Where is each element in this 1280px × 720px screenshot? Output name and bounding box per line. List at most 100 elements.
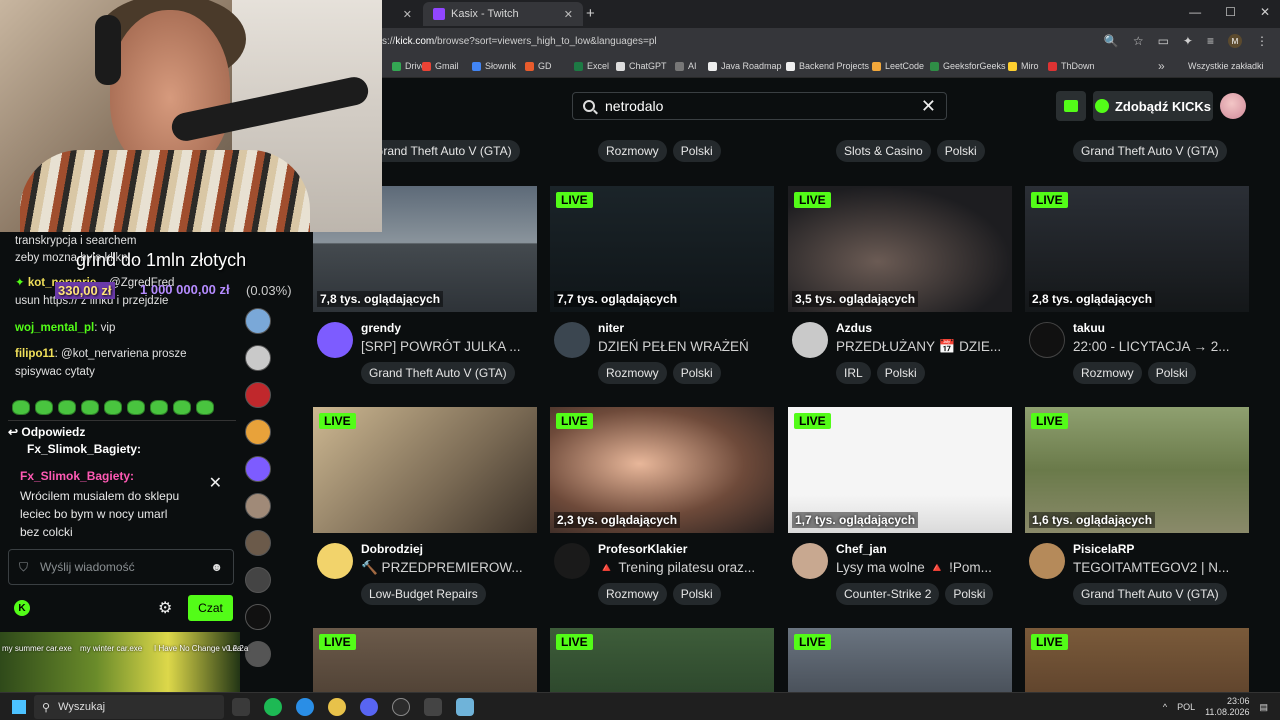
- stream-card[interactable]: LIVE: [313, 628, 537, 692]
- clear-search-icon[interactable]: ✕: [921, 96, 936, 117]
- stream-thumbnail[interactable]: LIVE 1,6 tys. oglądających: [1025, 407, 1249, 533]
- gear-icon[interactable]: ⚙: [158, 598, 172, 618]
- stream-thumbnail[interactable]: LIVE: [313, 407, 537, 533]
- stream-thumbnail[interactable]: LIVE: [1025, 628, 1249, 692]
- desktop-icon[interactable]: Lea: [228, 644, 241, 653]
- discord-icon[interactable]: [360, 698, 378, 716]
- bookmark-item[interactable]: Backend Projects: [786, 61, 869, 71]
- language-indicator[interactable]: POL: [1177, 702, 1195, 712]
- stream-card[interactable]: LIVE Dobrodziej 🔨 PRZEDPREMIEROW... Low-…: [313, 407, 537, 605]
- channel-avatar[interactable]: [792, 322, 828, 358]
- close-window-icon[interactable]: ✕: [1260, 5, 1270, 19]
- tab-close-icon[interactable]: ✕: [403, 8, 412, 21]
- spotify-icon[interactable]: [264, 698, 282, 716]
- chat-username[interactable]: filipo11: [15, 348, 55, 360]
- send-chat-button[interactable]: Czat: [188, 595, 233, 621]
- tag[interactable]: Polski: [1147, 362, 1196, 384]
- close-reply-icon[interactable]: ✕: [209, 473, 222, 493]
- maximize-icon[interactable]: ☐: [1225, 5, 1236, 19]
- tag[interactable]: Polski: [936, 140, 985, 162]
- tag[interactable]: Rozmowy: [1073, 362, 1142, 384]
- tag[interactable]: Rozmowy: [598, 583, 667, 605]
- sidebar-channel-avatar[interactable]: [245, 641, 271, 667]
- emote-icon[interactable]: [127, 400, 145, 415]
- tag[interactable]: Polski: [945, 583, 994, 605]
- zoom-icon[interactable]: 🔍: [1104, 34, 1119, 48]
- sidebar-channel-avatar[interactable]: [245, 456, 271, 482]
- bookmark-item[interactable]: Excel: [574, 61, 609, 71]
- emote-icon[interactable]: [150, 400, 168, 415]
- emote-icon[interactable]: [104, 400, 122, 415]
- all-bookmarks[interactable]: Wszystkie zakładki: [1188, 61, 1264, 71]
- menu-icon[interactable]: ⋮: [1256, 34, 1268, 48]
- emote-icon[interactable]: [196, 400, 214, 415]
- tag[interactable]: Rozmowy: [598, 140, 667, 162]
- media-icon[interactable]: ≡: [1207, 34, 1214, 48]
- channel-name[interactable]: PisicelaRP: [1073, 542, 1134, 556]
- tag[interactable]: Grand Theft Auto V (GTA): [1073, 583, 1227, 605]
- sidebar-channel-avatar[interactable]: [245, 345, 271, 371]
- channel-avatar[interactable]: [792, 543, 828, 579]
- tag[interactable]: Polski: [672, 140, 721, 162]
- emote-icon[interactable]: [35, 400, 53, 415]
- task-view-icon[interactable]: [232, 698, 250, 716]
- tag[interactable]: Grand Theft Auto V (GTA): [1073, 140, 1227, 162]
- bookmark-item[interactable]: ChatGPT: [616, 61, 667, 71]
- stream-thumbnail[interactable]: LIVE 7,7 tys. oglądających: [550, 186, 774, 312]
- desktop-icon[interactable]: my winter car.exe: [80, 644, 142, 653]
- puzzle-icon[interactable]: ✦: [1183, 34, 1193, 48]
- tag[interactable]: Slots & Casino: [836, 140, 931, 162]
- bookmark-item[interactable]: LeetCode: [872, 61, 924, 71]
- stream-thumbnail[interactable]: LIVE 2,8 tys. oglądających: [1025, 186, 1249, 312]
- channel-avatar[interactable]: [554, 543, 590, 579]
- tag[interactable]: Low-Budget Repairs: [361, 583, 486, 605]
- bookmarks-more[interactable]: »: [1158, 59, 1165, 73]
- stream-card[interactable]: LIVE 2,8 tys. oglądających takuu 22:00 -…: [1025, 186, 1249, 384]
- profile-avatar[interactable]: M: [1228, 34, 1242, 48]
- bookmark-item[interactable]: GeeksforGeeks: [930, 61, 1006, 71]
- channel-avatar[interactable]: [554, 322, 590, 358]
- tag[interactable]: Polski: [672, 362, 721, 384]
- tag[interactable]: Polski: [876, 362, 925, 384]
- channel-name[interactable]: Chef_jan: [836, 542, 887, 556]
- sidebar-channel-avatar[interactable]: [245, 382, 271, 408]
- clock[interactable]: 23:06 11.08.2026: [1205, 696, 1249, 718]
- search-input[interactable]: netrodalo ✕: [572, 92, 947, 120]
- rewards-button[interactable]: [1056, 91, 1086, 121]
- bookmark-item[interactable]: Java Roadmap: [708, 61, 782, 71]
- emote-icon[interactable]: [58, 400, 76, 415]
- stream-card[interactable]: LIVE: [788, 628, 1012, 692]
- edge-icon[interactable]: [296, 698, 314, 716]
- channel-avatar[interactable]: [1029, 543, 1065, 579]
- stream-title[interactable]: Lysy ma wolne 🔺 !Pom...: [836, 560, 1012, 576]
- bookmark-item[interactable]: Drive: [392, 61, 426, 71]
- sidebar-channel-avatar[interactable]: [245, 493, 271, 519]
- desktop-icon[interactable]: my summer car.exe: [2, 644, 72, 653]
- stream-title[interactable]: PRZEDŁUŻANY 📅 DZIE...: [836, 339, 1012, 355]
- get-kicks-button[interactable]: Zdobądź KICKs: [1093, 91, 1213, 121]
- sidebar-channel-avatar[interactable]: [245, 308, 271, 334]
- channel-avatar[interactable]: [1029, 322, 1065, 358]
- user-avatar[interactable]: [1220, 93, 1246, 119]
- sidebar-channel-avatar[interactable]: [245, 419, 271, 445]
- stream-title[interactable]: [SRP] POWRÓT JULKA ...: [361, 339, 537, 354]
- bookmark-item[interactable]: Gmail: [422, 61, 459, 71]
- chat-message-input[interactable]: ⛉ Wyślij wiadomość ☻: [8, 549, 234, 585]
- stream-card[interactable]: LIVE 1,7 tys. oglądających Chef_jan Lysy…: [788, 407, 1012, 605]
- channel-name[interactable]: ProfesorKlakier: [598, 542, 687, 556]
- tag[interactable]: Counter-Strike 2: [836, 583, 940, 605]
- stream-title[interactable]: 22:00 - LICYTACJA → 2...: [1073, 339, 1249, 354]
- stream-card[interactable]: LIVE 1,6 tys. oglądających PisicelaRP TE…: [1025, 407, 1249, 605]
- obs-icon[interactable]: [392, 698, 410, 716]
- tag[interactable]: Grand Theft Auto V (GTA): [366, 140, 520, 162]
- stream-card[interactable]: LIVE 2,3 tys. oglądających ProfesorKlaki…: [550, 407, 774, 605]
- channel-avatar[interactable]: [317, 322, 353, 358]
- extension-icon[interactable]: ▭: [1158, 34, 1169, 48]
- tag[interactable]: IRL: [836, 362, 871, 384]
- emote-icon[interactable]: [81, 400, 99, 415]
- tag[interactable]: Grand Theft Auto V (GTA): [361, 362, 515, 384]
- stream-card[interactable]: LIVE: [1025, 628, 1249, 692]
- bookmark-item[interactable]: Miro: [1008, 61, 1039, 71]
- stream-title[interactable]: DZIEŃ PEŁEN WRAŻEŃ: [598, 339, 774, 354]
- stream-card[interactable]: LIVE: [550, 628, 774, 692]
